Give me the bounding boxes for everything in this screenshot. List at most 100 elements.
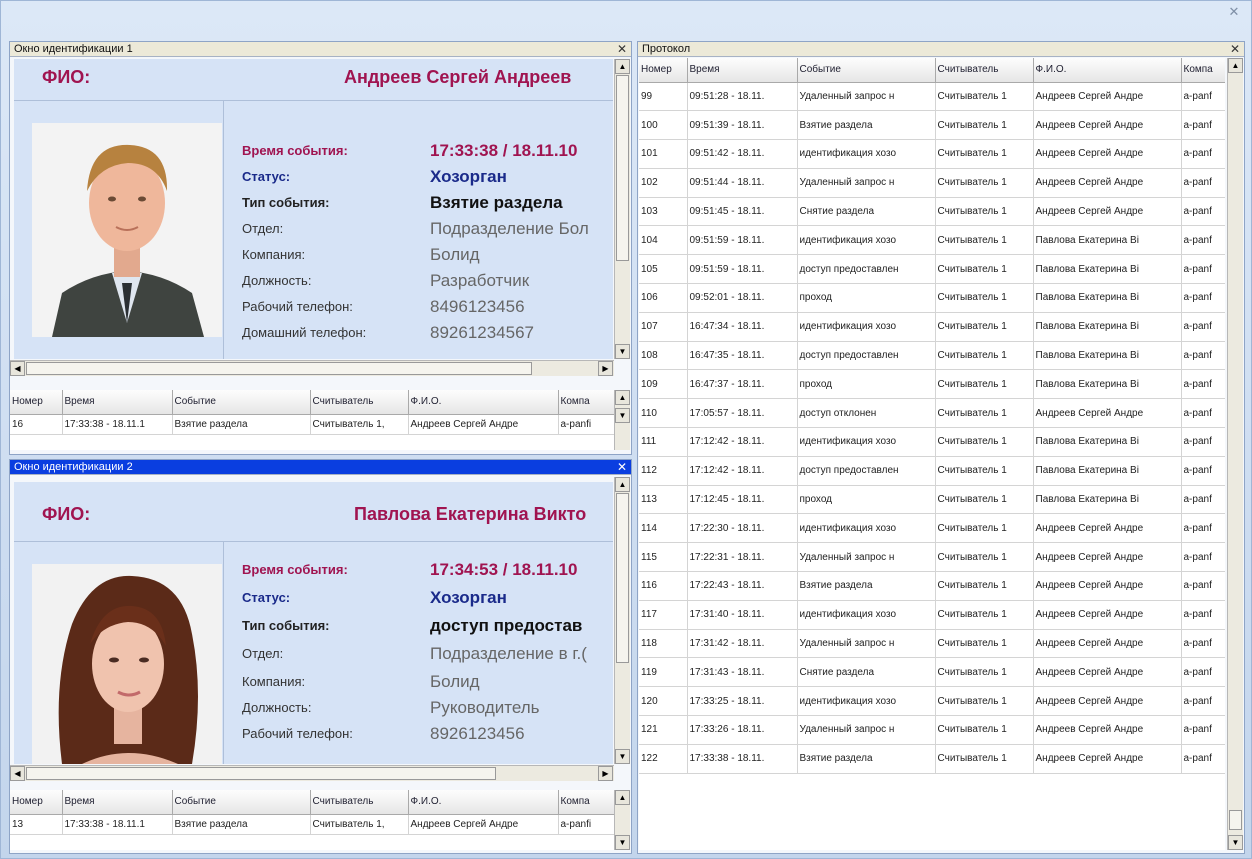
cell: a-panf	[1181, 283, 1225, 313]
card-1-vertical-scrollbar[interactable]: ▲ ▼	[614, 59, 630, 359]
cell: Считыватель 1	[935, 629, 1034, 659]
table-row[interactable]: 99 09:51:28 - 18.11. Удаленный запрос н Счи…	[639, 82, 1225, 112]
scroll-up-icon[interactable]: ▲	[615, 477, 630, 492]
table-row[interactable]: 113 17:12:45 - 18.11. проход Считыватель 1П…	[639, 485, 1225, 515]
scroll-thumb[interactable]	[616, 493, 629, 663]
person-card-1: ФИО: Андреев Сергей Андреев Время событи…	[14, 59, 613, 359]
table-row[interactable]: 100 09:51:39 - 18.11. Взятие раздела Считыв…	[639, 110, 1225, 141]
column-header[interactable]: Номер	[639, 58, 688, 83]
scroll-up-icon[interactable]: ▲	[615, 59, 630, 74]
scroll-up-icon[interactable]: ▲	[615, 790, 630, 805]
window-1-close-icon[interactable]: ✕	[617, 42, 627, 56]
cell: 09:51:59 - 18.11.	[687, 254, 798, 285]
field-label: Компания:	[242, 247, 306, 262]
table-row[interactable]: 101 09:51:42 - 18.11. идентификация хозо Сч…	[639, 139, 1225, 169]
column-header[interactable]: Время	[62, 390, 173, 415]
field-value: Подразделение в г.(	[430, 644, 587, 663]
scroll-left-icon[interactable]: ◀	[10, 361, 25, 376]
scroll-left-icon[interactable]: ◀	[10, 766, 25, 781]
table-row[interactable]: 108 16:47:35 - 18.11. доступ предоставлен С…	[639, 341, 1225, 371]
column-header[interactable]: Считыватель	[310, 790, 409, 815]
table-row[interactable]: 119 17:31:43 - 18.11. Снятие раздела Считыв…	[639, 657, 1225, 688]
table-row[interactable]: 120 17:33:25 - 18.11. идентификация хозо Сч…	[639, 686, 1225, 717]
scroll-right-icon[interactable]: ▶	[598, 361, 613, 376]
scroll-thumb[interactable]	[26, 362, 532, 375]
protocol-window: Протокол ✕ Номер Время Событие Считывате…	[637, 41, 1245, 854]
column-header[interactable]: Событие	[172, 390, 311, 415]
cell: 118	[639, 629, 688, 659]
column-header[interactable]: Ф.И.О.	[1033, 58, 1182, 83]
cell: Андреев Сергей Андре	[1033, 744, 1182, 774]
field-label: Компания:	[242, 674, 306, 689]
column-header[interactable]: Компа	[1181, 58, 1225, 83]
table-row[interactable]: 110 17:05:57 - 18.11. доступ отклонен Считы…	[639, 398, 1225, 429]
table-row[interactable]: 114 17:22:30 - 18.11. идентификация хозо Сч…	[639, 513, 1225, 544]
column-header[interactable]: Номер	[10, 390, 63, 415]
window-2-close-icon[interactable]: ✕	[617, 460, 627, 474]
card-1-horizontal-scrollbar[interactable]: ◀ ▶	[10, 360, 614, 376]
cell: Считыватель 1	[935, 513, 1034, 544]
cell: 17:22:30 - 18.11.	[687, 513, 798, 544]
table-row[interactable]: 112 17:12:42 - 18.11. доступ предоставлен С…	[639, 456, 1225, 486]
column-header[interactable]: Время	[62, 790, 173, 815]
scroll-thumb[interactable]	[26, 767, 496, 780]
scroll-down-icon[interactable]: ▼	[1228, 835, 1243, 850]
table-row[interactable]: 106 09:52:01 - 18.11. проход Считыватель 1П…	[639, 283, 1225, 313]
cell: Считыватель 1	[935, 82, 1034, 112]
table-row[interactable]: 104 09:51:59 - 18.11. идентификация хозо Сч…	[639, 225, 1225, 256]
grid-1-scrollbar[interactable]: ▲ ▼	[614, 390, 630, 450]
scroll-up-icon[interactable]: ▲	[1228, 58, 1243, 73]
cell: a-panfi	[558, 414, 614, 435]
grid-2-scrollbar[interactable]: ▲ ▼	[614, 790, 630, 850]
protocol-titlebar: Протокол ✕	[638, 42, 1244, 57]
table-row[interactable]: 111 17:12:42 - 18.11. идентификация хозо Сч…	[639, 427, 1225, 457]
scroll-right-icon[interactable]: ▶	[598, 766, 613, 781]
table-row[interactable]: 102 09:51:44 - 18.11. Удаленный запрос н Сч…	[639, 168, 1225, 198]
column-header[interactable]: Компа	[558, 390, 614, 415]
protocol-scrollbar[interactable]: ▲ ▼	[1227, 58, 1243, 850]
cell: идентификация хозо	[797, 427, 936, 457]
table-row[interactable]: 103 09:51:45 - 18.11. Снятие раздела Считыв…	[639, 197, 1225, 227]
scroll-down-icon[interactable]: ▼	[615, 835, 630, 850]
cell: Андреев Сергей Андре	[1033, 513, 1182, 544]
cell: 09:51:42 - 18.11.	[687, 139, 798, 169]
cell: Взятие раздела	[797, 744, 936, 774]
card-2-horizontal-scrollbar[interactable]: ◀ ▶	[10, 765, 614, 781]
card-2-vertical-scrollbar[interactable]: ▲ ▼	[614, 477, 630, 764]
column-header[interactable]: Считыватель	[310, 390, 409, 415]
scroll-thumb[interactable]	[1229, 810, 1242, 830]
cell: 110	[639, 398, 688, 429]
column-header[interactable]: Ф.И.О.	[408, 390, 559, 415]
scroll-thumb[interactable]	[616, 75, 629, 261]
cell: 106	[639, 283, 688, 313]
scroll-down-icon[interactable]: ▼	[615, 344, 630, 359]
table-row[interactable]: 122 17:33:38 - 18.11. Взятие раздела Считыв…	[639, 744, 1225, 774]
table-row[interactable]: 117 17:31:40 - 18.11. идентификация хозо Сч…	[639, 600, 1225, 630]
protocol-close-icon[interactable]: ✕	[1230, 42, 1240, 56]
window-close-icon[interactable]: ✕	[1227, 5, 1241, 19]
column-header[interactable]: Номер	[10, 790, 63, 815]
column-header[interactable]: Ф.И.О.	[408, 790, 559, 815]
scroll-up-icon[interactable]: ▲	[615, 390, 630, 405]
table-row[interactable]: 121 17:33:26 - 18.11. Удаленный запрос н Сч…	[639, 715, 1225, 745]
column-header[interactable]: Время	[687, 58, 798, 83]
cell: идентификация хозо	[797, 139, 936, 169]
table-row[interactable]: 13 17:33:38 - 18.11.1 Взятие раздела Счи…	[10, 814, 614, 835]
column-header[interactable]: Событие	[172, 790, 311, 815]
cell: Считыватель 1	[935, 139, 1034, 169]
fio-label: ФИО:	[42, 504, 91, 524]
scroll-down-icon[interactable]: ▼	[615, 408, 630, 423]
scroll-down-icon[interactable]: ▼	[615, 749, 630, 764]
table-row[interactable]: 105 09:51:59 - 18.11. доступ предоставлен С…	[639, 254, 1225, 285]
table-row[interactable]: 118 17:31:42 - 18.11. Удаленный запрос н Сч…	[639, 629, 1225, 659]
table-row[interactable]: 109 16:47:37 - 18.11. проход Считыватель 1П…	[639, 369, 1225, 400]
table-row[interactable]: 107 16:47:34 - 18.11. идентификация хозо Сч…	[639, 312, 1225, 342]
column-header[interactable]: Событие	[797, 58, 936, 83]
cell: доступ предоставлен	[797, 254, 936, 285]
field-value: Подразделение Бол	[430, 219, 589, 238]
table-row[interactable]: 116 17:22:43 - 18.11. Взятие раздела Считыв…	[639, 571, 1225, 601]
table-row[interactable]: 115 17:22:31 - 18.11. Удаленный запрос н Сч…	[639, 542, 1225, 573]
column-header[interactable]: Считыватель	[935, 58, 1034, 83]
column-header[interactable]: Компа	[558, 790, 614, 815]
table-row[interactable]: 16 17:33:38 - 18.11.1 Взятие раздела Счи…	[10, 414, 614, 435]
